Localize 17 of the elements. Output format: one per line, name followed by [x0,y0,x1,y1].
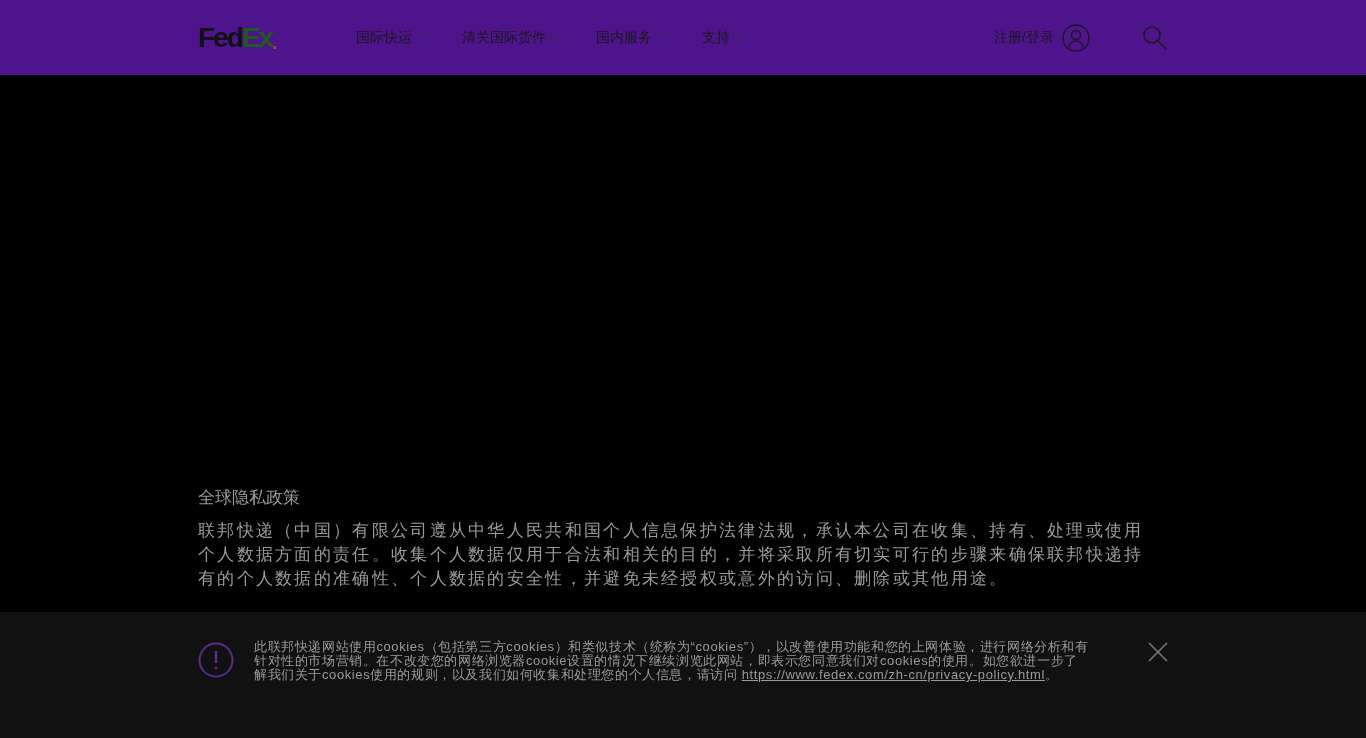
sign-in-link[interactable]: 注册/登录 [994,23,1090,52]
chevron-down-icon [416,33,428,42]
fedex-logo[interactable]: FedEx. [198,23,356,52]
close-icon[interactable] [1148,642,1168,662]
nav-menu-item[interactable]: 清关国际货件 [462,27,562,48]
privacy-paragraph: 联邦快递（中国）有限公司遵从中华人民共和国个人信息保护法律法规，承认本公司在收集、持有、处理或使用个人数据方面的责任。收集个人数据仅用于合法和相关的目的，并将采取所有切实可行的步骤来确保联邦快递持有的个人数据的准确性、个人数据的安全性，并避免未经授权或意外的访问、删除或其他用途。 [198,519,1145,590]
page-heading: 全球隐私政策 [198,487,301,509]
cookie-notice-text: 此联邦快递网站使用cookies（包括第三方cookies）和类似技术（统称为“cookies”），以改善使用功能和您的上网体验，进行网络分析和有针对性的市场营销。在不改变您的网络浏览器cookie设置的情况下继续浏览此网站，即表示您同意我们对cookies的使用。如您欲进一步了解我们关于cookies使用的规则，以及我们如何收集和处理您的个人信息，请访问 https://www.fedex.com/zh-cn/privacy-policy.html。 [254,640,1089,682]
chevron-down-icon [656,33,668,42]
user-icon [1062,23,1090,52]
nav-menu-item[interactable]: 支持 [702,27,746,48]
nav-menu-item[interactable]: 国内服务 [596,27,668,48]
info-icon [198,642,234,678]
chevron-down-icon [734,33,746,42]
nav-menu-item[interactable]: 国际快运 [356,27,428,48]
chevron-down-icon [550,33,562,42]
privacy-policy-link[interactable]: https://www.fedex.com/zh-cn/privacy-policy.html [741,667,1045,682]
